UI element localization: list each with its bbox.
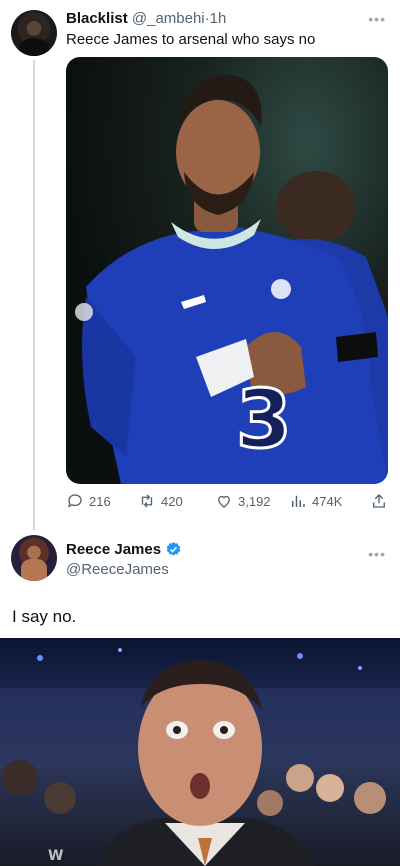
retweet-action[interactable]: 420 (138, 490, 183, 512)
surprised-face-illustration: W (0, 648, 400, 866)
heart-icon (218, 495, 230, 508)
retweet-icon (141, 494, 153, 508)
svg-text:W: W (48, 848, 63, 864)
author-name[interactable]: Blacklist (66, 10, 128, 27)
player-illustration: 3 (75, 75, 388, 484)
share-icon (373, 494, 385, 508)
author-avatar[interactable] (11, 10, 57, 56)
author-handle[interactable]: @_ambehi (132, 10, 205, 27)
tweet-header: Blacklist @_ambehi·1h (66, 9, 226, 28)
reply-text: I say no. (12, 607, 77, 626)
tweet-actions: 216 420 3,192 474K (66, 490, 390, 512)
retweet-count: 420 (161, 493, 183, 509)
more-options-icon[interactable]: ••• (368, 12, 386, 26)
share-action[interactable] (370, 490, 388, 512)
reply-action[interactable]: 216 (66, 490, 111, 512)
like-count: 3,192 (238, 493, 271, 509)
svg-text:3: 3 (236, 373, 292, 466)
reply-author-handle[interactable]: @ReeceJames (66, 560, 182, 579)
reply-more-options-icon[interactable]: ••• (368, 547, 386, 561)
reply-header: Reece James @ReeceJames (66, 540, 182, 579)
tweet-time[interactable]: 1h (210, 10, 227, 27)
reply-author-name[interactable]: Reece James (66, 540, 161, 559)
view-count: 474K (312, 493, 343, 509)
reply-gif[interactable]: W (0, 638, 400, 866)
reply-count: 216 (89, 493, 111, 509)
views-chart-icon (292, 495, 305, 507)
views-action[interactable]: 474K (289, 490, 342, 512)
reply-icon (67, 494, 82, 508)
verified-badge-icon (166, 542, 181, 556)
thread-connector-line (33, 60, 35, 530)
tweet-text: Reece James to arsenal who says no (66, 31, 316, 48)
reply-author-avatar[interactable] (11, 535, 57, 581)
tweet-photo[interactable]: 3 (66, 57, 388, 484)
like-action[interactable]: 3,192 (215, 490, 271, 512)
